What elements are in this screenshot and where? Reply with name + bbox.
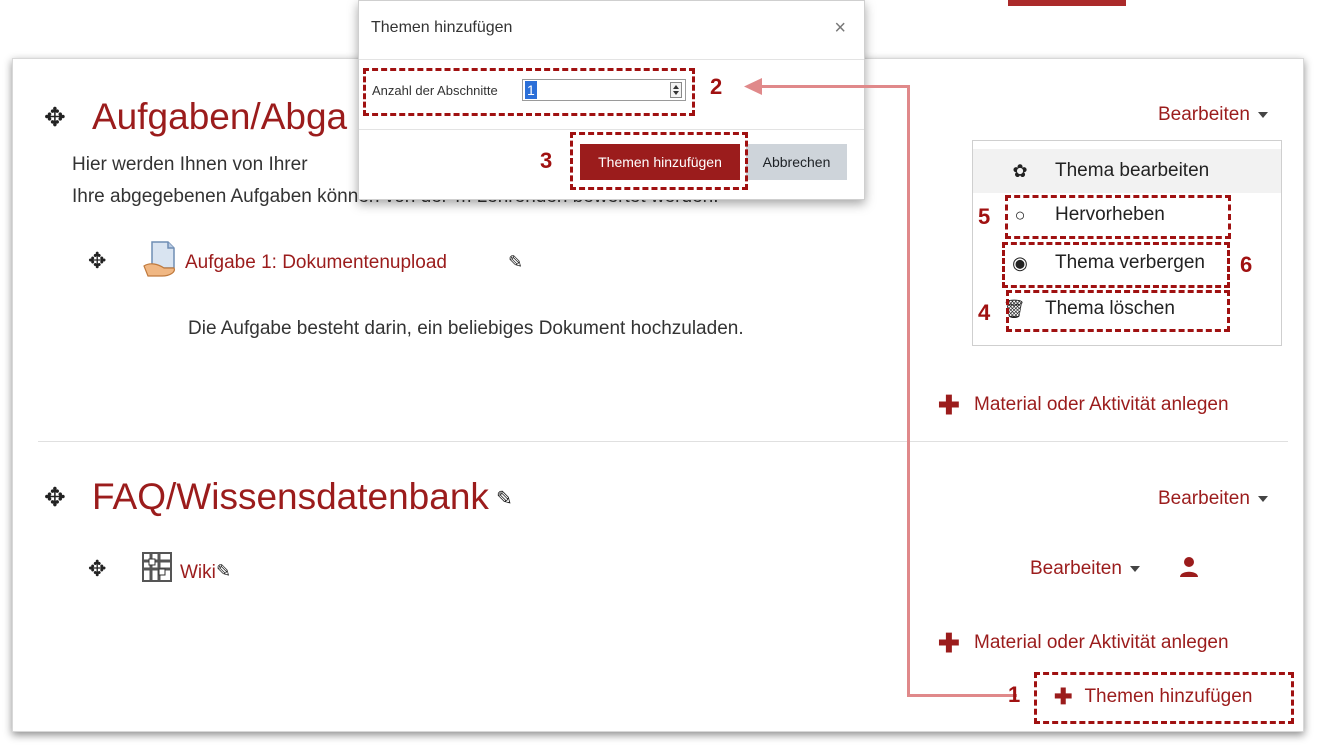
assignment-link[interactable]: Aufgabe 1: Dokumentenupload <box>185 252 447 274</box>
menu-item-edit-topic[interactable]: ✿ Thema bearbeiten <box>973 149 1281 193</box>
plus-icon: ✚ <box>938 390 960 420</box>
annotation-number: 5 <box>978 204 991 229</box>
annotation-box-2 <box>363 68 695 116</box>
assignment-icon <box>143 241 175 277</box>
annotation-box-4 <box>1006 290 1230 332</box>
move-activity-icon[interactable]: ✥ <box>88 250 106 272</box>
cancel-button[interactable]: Abbrechen <box>746 144 847 180</box>
activity-edit-menu[interactable]: Bearbeiten <box>1030 558 1140 580</box>
edit-label: Bearbeiten <box>1158 104 1250 125</box>
section-divider <box>38 441 1288 442</box>
add-material-link[interactable]: Material oder Aktivität anlegen <box>974 394 1229 416</box>
section-title[interactable]: FAQ/Wissensdatenbank <box>92 478 489 515</box>
connector-line <box>907 85 910 697</box>
annotation-box-3 <box>570 132 748 190</box>
modal-footer-divider <box>359 129 864 130</box>
wiki-icon <box>142 552 172 582</box>
connector-line <box>760 85 910 88</box>
annotation-number: 4 <box>978 300 991 325</box>
move-section-icon[interactable]: ✥ <box>44 104 66 130</box>
wiki-link[interactable]: Wiki <box>180 562 216 584</box>
chevron-down-icon <box>1129 565 1140 572</box>
section-summary-line: Hier werden Ihnen von Ihrer <box>72 154 308 175</box>
chevron-down-icon <box>1257 111 1268 118</box>
annotation-number: 2 <box>710 74 723 99</box>
annotation-box-6 <box>1002 242 1230 288</box>
pencil-icon[interactable]: ✎ <box>216 561 231 582</box>
modal-title: Themen hinzufügen <box>371 19 513 36</box>
edit-label: Bearbeiten <box>1158 488 1250 509</box>
move-section-icon[interactable]: ✥ <box>44 484 66 510</box>
section-edit-menu[interactable]: Bearbeiten <box>1158 104 1268 126</box>
edit-label: Bearbeiten <box>1030 558 1122 579</box>
section-edit-menu[interactable]: Bearbeiten <box>1158 488 1268 510</box>
annotation-number: 1 <box>1008 682 1021 707</box>
arrowhead-icon <box>744 78 762 95</box>
pencil-icon[interactable]: ✎ <box>496 486 513 511</box>
pencil-icon[interactable]: ✎ <box>508 252 523 273</box>
annotation-box-5 <box>1005 195 1231 239</box>
activity-description: Die Aufgabe besteht darin, ein beliebige… <box>188 318 744 339</box>
top-tab-fragment <box>1008 0 1126 6</box>
menu-item-label: Thema bearbeiten <box>1055 160 1210 181</box>
annotation-number: 3 <box>540 148 553 173</box>
section-title[interactable]: Aufgaben/Abga <box>92 98 347 135</box>
user-icon[interactable] <box>1178 556 1200 578</box>
annotation-box-1 <box>1034 672 1294 724</box>
modal-header: Themen hinzufügen × <box>359 1 864 60</box>
close-icon[interactable]: × <box>834 17 846 40</box>
connector-line <box>907 694 1017 697</box>
add-material-link[interactable]: Material oder Aktivität anlegen <box>974 632 1229 654</box>
gear-icon: ✿ <box>1012 160 1028 181</box>
annotation-number: 6 <box>1240 252 1253 277</box>
plus-icon: ✚ <box>938 628 960 658</box>
move-activity-icon[interactable]: ✥ <box>88 558 106 580</box>
chevron-down-icon <box>1257 495 1268 502</box>
